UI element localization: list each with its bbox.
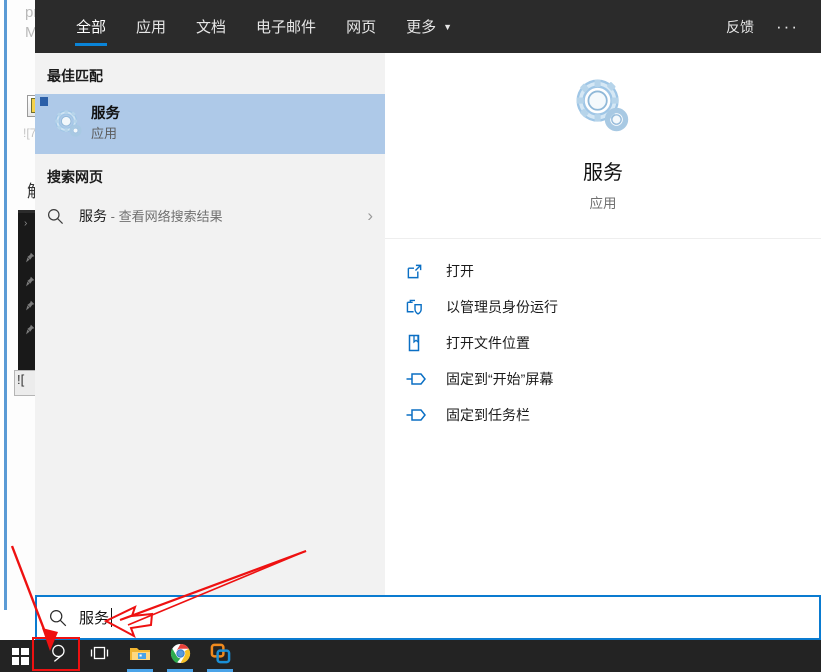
search-icon xyxy=(51,644,70,668)
search-icon xyxy=(37,609,79,627)
web-search-separator: - xyxy=(107,209,119,224)
vmware-icon xyxy=(210,643,231,669)
tab-all-label: 全部 xyxy=(76,19,107,36)
search-button[interactable] xyxy=(40,640,80,672)
action-run-as-administrator-label: 以管理员身份运行 xyxy=(446,299,558,315)
web-search-label: 服务 - 查看网络搜索结果 xyxy=(79,206,223,226)
search-icon xyxy=(47,208,79,225)
background-thumbnail-label: ![ xyxy=(17,372,25,387)
search-filter-bar: 全部 应用 文档 电子邮件 网页 更多 ▼ 反馈 ··· xyxy=(35,0,821,53)
tab-active-indicator xyxy=(75,43,108,46)
folder-location-icon xyxy=(400,334,446,352)
action-open-file-location-label: 打开文件位置 xyxy=(446,335,530,351)
pin-icon xyxy=(24,276,35,287)
tab-email[interactable]: 电子邮件 xyxy=(241,0,331,53)
preview-title: 服务 xyxy=(583,162,623,184)
tab-documents[interactable]: 文档 xyxy=(181,0,241,53)
pin-icon xyxy=(24,252,35,263)
web-search-query: 服务 xyxy=(79,208,107,224)
action-pin-to-start[interactable]: 固定到“开始”屏幕 xyxy=(400,363,821,395)
action-pin-to-taskbar[interactable]: 固定到任务栏 xyxy=(400,399,821,431)
preview-actions-list: 打开 以管理员身份运行 打开文件位置 固定到“开始”屏幕 固定到任务栏 xyxy=(385,239,821,431)
best-match-result-row[interactable]: 服务 应用 xyxy=(35,94,385,154)
best-match-text: 服务 应用 xyxy=(91,105,120,143)
app-preview-pane: 服务 应用 打开 以管理员身份运行 打开文件位置 固定到“开始”屏幕 固定到任务… xyxy=(385,53,821,595)
action-run-as-administrator[interactable]: 以管理员身份运行 xyxy=(400,291,821,323)
chrome-button[interactable] xyxy=(160,640,200,672)
preview-subtitle: 应用 xyxy=(589,196,617,211)
best-match-heading: 最佳匹配 xyxy=(47,68,103,84)
search-bar-actions: 反馈 ··· xyxy=(712,0,821,53)
best-match-title: 服务 xyxy=(91,106,120,123)
preview-hero: 服务 应用 xyxy=(385,53,821,239)
best-match-subtitle: 应用 xyxy=(91,125,118,141)
chevron-right-icon: › xyxy=(367,206,373,225)
web-search-heading: 搜索网页 xyxy=(47,169,103,185)
tab-documents-label: 文档 xyxy=(196,19,227,36)
search-filter-tabs: 全部 应用 文档 电子邮件 网页 更多 ▼ xyxy=(61,0,467,53)
search-input-value-wrap: 服务 xyxy=(79,607,113,628)
action-open-file-location[interactable]: 打开文件位置 xyxy=(400,327,821,359)
pin-icon xyxy=(24,300,35,311)
more-options-icon[interactable]: ··· xyxy=(768,17,807,37)
pin-icon xyxy=(400,372,446,386)
action-pin-to-start-label: 固定到“开始”屏幕 xyxy=(446,371,554,387)
tab-all[interactable]: 全部 xyxy=(61,0,121,53)
action-pin-to-taskbar-label: 固定到任务栏 xyxy=(446,407,530,423)
search-input[interactable]: 服务 xyxy=(79,610,109,627)
services-gear-icon xyxy=(47,110,91,138)
chevron-right-icon: › xyxy=(24,218,28,229)
tab-more[interactable]: 更多 ▼ xyxy=(391,0,467,53)
tab-email-label: 电子邮件 xyxy=(256,19,317,36)
task-view-icon xyxy=(90,645,110,667)
tab-more-label: 更多 xyxy=(406,19,437,36)
file-explorer-button[interactable] xyxy=(120,640,160,672)
feedback-button[interactable]: 反馈 xyxy=(712,17,768,37)
windows-taskbar xyxy=(0,640,821,672)
tab-apps-label: 应用 xyxy=(136,19,167,36)
services-gear-icon xyxy=(574,79,632,138)
chrome-icon xyxy=(170,643,191,669)
tab-web-label: 网页 xyxy=(346,19,377,36)
start-button[interactable] xyxy=(0,640,40,672)
search-results-list: 最佳匹配 服务 应用 搜索网页 服务 - 查看网络搜索结果 › xyxy=(35,53,385,595)
tab-apps[interactable]: 应用 xyxy=(121,0,181,53)
windows-search-flyout: 全部 应用 文档 电子邮件 网页 更多 ▼ 反馈 ··· 最佳匹配 服务 应用 … xyxy=(35,0,821,640)
text-cursor xyxy=(111,608,113,627)
folder-icon xyxy=(129,644,151,668)
tab-web[interactable]: 网页 xyxy=(331,0,391,53)
web-search-result-row[interactable]: 服务 - 查看网络搜索结果 › xyxy=(35,195,385,237)
web-search-description: 查看网络搜索结果 xyxy=(118,209,223,224)
shield-admin-icon xyxy=(400,299,446,316)
open-external-icon xyxy=(400,263,446,280)
chevron-down-icon: ▼ xyxy=(443,22,453,32)
action-open-label: 打开 xyxy=(446,263,474,279)
task-view-button[interactable] xyxy=(80,640,120,672)
vmware-button[interactable] xyxy=(200,640,240,672)
search-input-bar[interactable]: 服务 xyxy=(35,595,821,640)
pin-icon xyxy=(400,408,446,422)
windows-logo-icon xyxy=(11,647,29,665)
pin-icon xyxy=(24,324,35,335)
action-open[interactable]: 打开 xyxy=(400,255,821,287)
